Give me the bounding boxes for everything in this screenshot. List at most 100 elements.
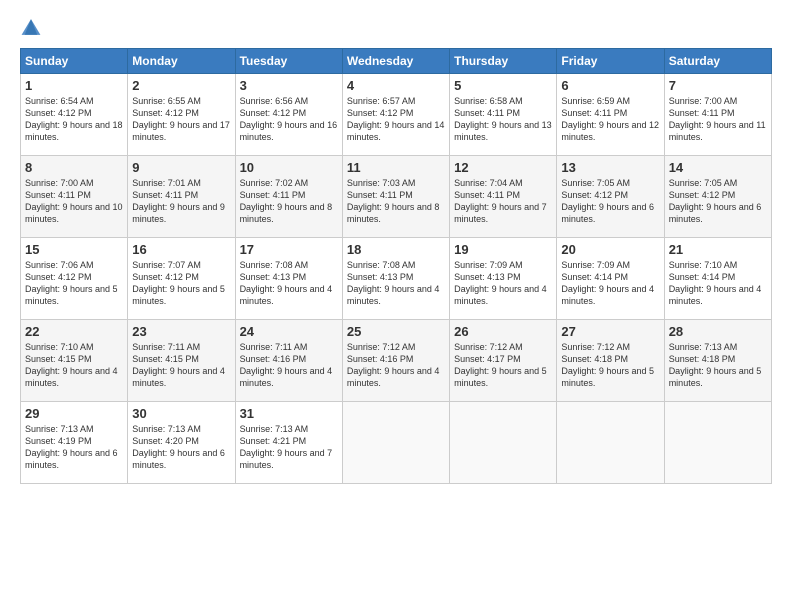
table-row: 9 Sunrise: 7:01 AMSunset: 4:11 PMDaylight… (128, 156, 235, 238)
day-number: 31 (240, 406, 338, 421)
day-content: Sunrise: 7:04 AMSunset: 4:11 PMDaylight:… (454, 177, 552, 226)
table-row: 18 Sunrise: 7:08 AMSunset: 4:13 PMDayligh… (342, 238, 449, 320)
day-content: Sunrise: 7:12 AMSunset: 4:18 PMDaylight:… (561, 341, 659, 390)
table-row: 29 Sunrise: 7:13 AMSunset: 4:19 PMDayligh… (21, 402, 128, 484)
day-number: 26 (454, 324, 552, 339)
day-content: Sunrise: 7:01 AMSunset: 4:11 PMDaylight:… (132, 177, 230, 226)
day-content: Sunrise: 7:05 AMSunset: 4:12 PMDaylight:… (669, 177, 767, 226)
table-row: 7 Sunrise: 7:00 AMSunset: 4:11 PMDaylight… (664, 74, 771, 156)
day-content: Sunrise: 6:57 AMSunset: 4:12 PMDaylight:… (347, 95, 445, 144)
table-row: 28Sunrise: 7:13 AMSunset: 4:18 PMDayligh… (664, 320, 771, 402)
col-sunday: Sunday (21, 49, 128, 74)
day-number: 1 (25, 78, 123, 93)
header (20, 16, 772, 38)
col-monday: Monday (128, 49, 235, 74)
table-row: 31 Sunrise: 7:13 AMSunset: 4:21 PMDayligh… (235, 402, 342, 484)
day-number: 10 (240, 160, 338, 175)
day-number: 27 (561, 324, 659, 339)
day-content: Sunrise: 7:00 AMSunset: 4:11 PMDaylight:… (25, 177, 123, 226)
day-content: Sunrise: 7:00 AMSunset: 4:11 PMDaylight:… (669, 95, 767, 144)
day-content: Sunrise: 7:06 AMSunset: 4:12 PMDaylight:… (25, 259, 123, 308)
day-number: 22 (25, 324, 123, 339)
table-row: 27 Sunrise: 7:12 AMSunset: 4:18 PMDayligh… (557, 320, 664, 402)
day-content: Sunrise: 7:09 AMSunset: 4:14 PMDaylight:… (561, 259, 659, 308)
table-row: 8 Sunrise: 7:00 AMSunset: 4:11 PMDaylight… (21, 156, 128, 238)
logo (20, 16, 44, 38)
day-number: 30 (132, 406, 230, 421)
day-number: 16 (132, 242, 230, 257)
day-content: Sunrise: 7:11 AMSunset: 4:15 PMDaylight:… (132, 341, 230, 390)
table-row: 2 Sunrise: 6:55 AMSunset: 4:12 PMDaylight… (128, 74, 235, 156)
table-row: 3Sunrise: 6:56 AMSunset: 4:12 PMDaylight… (235, 74, 342, 156)
day-content: Sunrise: 7:10 AMSunset: 4:15 PMDaylight:… (25, 341, 123, 390)
day-content: Sunrise: 7:13 AMSunset: 4:20 PMDaylight:… (132, 423, 230, 472)
table-row: 4 Sunrise: 6:57 AMSunset: 4:12 PMDaylight… (342, 74, 449, 156)
table-row: 12 Sunrise: 7:04 AMSunset: 4:11 PMDayligh… (450, 156, 557, 238)
day-number: 29 (25, 406, 123, 421)
table-row: 17 Sunrise: 7:08 AMSunset: 4:13 PMDayligh… (235, 238, 342, 320)
table-row: 26Sunrise: 7:12 AMSunset: 4:17 PMDayligh… (450, 320, 557, 402)
day-content: Sunrise: 7:13 AMSunset: 4:19 PMDaylight:… (25, 423, 123, 472)
day-content: Sunrise: 7:05 AMSunset: 4:12 PMDaylight:… (561, 177, 659, 226)
table-row: 19Sunrise: 7:09 AMSunset: 4:13 PMDayligh… (450, 238, 557, 320)
table-row: 15Sunrise: 7:06 AMSunset: 4:12 PMDayligh… (21, 238, 128, 320)
table-row: 25 Sunrise: 7:12 AMSunset: 4:16 PMDayligh… (342, 320, 449, 402)
table-row: 24Sunrise: 7:11 AMSunset: 4:16 PMDayligh… (235, 320, 342, 402)
table-row (450, 402, 557, 484)
day-content: Sunrise: 7:02 AMSunset: 4:11 PMDaylight:… (240, 177, 338, 226)
day-number: 4 (347, 78, 445, 93)
day-content: Sunrise: 6:58 AMSunset: 4:11 PMDaylight:… (454, 95, 552, 144)
day-number: 24 (240, 324, 338, 339)
day-number: 19 (454, 242, 552, 257)
day-number: 7 (669, 78, 767, 93)
day-number: 12 (454, 160, 552, 175)
day-content: Sunrise: 6:54 AMSunset: 4:12 PMDaylight:… (25, 95, 123, 144)
day-content: Sunrise: 7:12 AMSunset: 4:16 PMDaylight:… (347, 341, 445, 390)
day-number: 5 (454, 78, 552, 93)
day-number: 17 (240, 242, 338, 257)
day-content: Sunrise: 7:13 AMSunset: 4:18 PMDaylight:… (669, 341, 767, 390)
page: Sunday Monday Tuesday Wednesday Thursday… (0, 0, 792, 612)
table-row: 13 Sunrise: 7:05 AMSunset: 4:12 PMDayligh… (557, 156, 664, 238)
table-row: 14 Sunrise: 7:05 AMSunset: 4:12 PMDayligh… (664, 156, 771, 238)
day-content: Sunrise: 7:10 AMSunset: 4:14 PMDaylight:… (669, 259, 767, 308)
table-row: 23 Sunrise: 7:11 AMSunset: 4:15 PMDayligh… (128, 320, 235, 402)
day-number: 21 (669, 242, 767, 257)
col-friday: Friday (557, 49, 664, 74)
calendar-table: Sunday Monday Tuesday Wednesday Thursday… (20, 48, 772, 484)
day-content: Sunrise: 7:08 AMSunset: 4:13 PMDaylight:… (347, 259, 445, 308)
col-wednesday: Wednesday (342, 49, 449, 74)
header-row: Sunday Monday Tuesday Wednesday Thursday… (21, 49, 772, 74)
table-row: 5 Sunrise: 6:58 AMSunset: 4:11 PMDaylight… (450, 74, 557, 156)
table-row: 6 Sunrise: 6:59 AMSunset: 4:11 PMDaylight… (557, 74, 664, 156)
day-content: Sunrise: 7:08 AMSunset: 4:13 PMDaylight:… (240, 259, 338, 308)
col-saturday: Saturday (664, 49, 771, 74)
day-content: Sunrise: 6:56 AMSunset: 4:12 PMDaylight:… (240, 95, 338, 144)
day-number: 23 (132, 324, 230, 339)
day-content: Sunrise: 6:59 AMSunset: 4:11 PMDaylight:… (561, 95, 659, 144)
day-number: 9 (132, 160, 230, 175)
day-number: 14 (669, 160, 767, 175)
table-row: 11 Sunrise: 7:03 AMSunset: 4:11 PMDayligh… (342, 156, 449, 238)
day-content: Sunrise: 7:07 AMSunset: 4:12 PMDaylight:… (132, 259, 230, 308)
day-number: 13 (561, 160, 659, 175)
day-number: 2 (132, 78, 230, 93)
logo-icon (20, 16, 42, 38)
day-content: Sunrise: 7:03 AMSunset: 4:11 PMDaylight:… (347, 177, 445, 226)
day-content: Sunrise: 6:55 AMSunset: 4:12 PMDaylight:… (132, 95, 230, 144)
table-row (664, 402, 771, 484)
day-number: 20 (561, 242, 659, 257)
day-number: 18 (347, 242, 445, 257)
day-number: 8 (25, 160, 123, 175)
day-number: 25 (347, 324, 445, 339)
table-row (557, 402, 664, 484)
day-number: 11 (347, 160, 445, 175)
day-content: Sunrise: 7:13 AMSunset: 4:21 PMDaylight:… (240, 423, 338, 472)
table-row: 20 Sunrise: 7:09 AMSunset: 4:14 PMDayligh… (557, 238, 664, 320)
table-row: 10 Sunrise: 7:02 AMSunset: 4:11 PMDayligh… (235, 156, 342, 238)
table-row (342, 402, 449, 484)
col-thursday: Thursday (450, 49, 557, 74)
day-number: 6 (561, 78, 659, 93)
calendar-header: Sunday Monday Tuesday Wednesday Thursday… (21, 49, 772, 74)
table-row: 30 Sunrise: 7:13 AMSunset: 4:20 PMDayligh… (128, 402, 235, 484)
